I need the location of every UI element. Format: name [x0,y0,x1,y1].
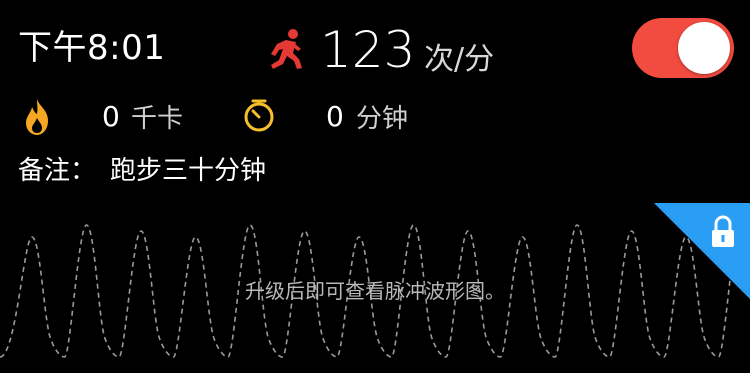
flame-icon [26,99,48,135]
lock-badge[interactable] [654,203,750,299]
time-label: 下午8:01 [18,28,166,68]
calories-unit: 千卡 [131,104,184,134]
note-text: 跑步三十分钟 [110,156,267,186]
tracking-toggle[interactable] [632,18,734,78]
upgrade-message: 升级后即可查看脉冲波形图。 [245,279,505,303]
toggle-knob [678,22,730,74]
note-label: 备注： [18,156,97,186]
heart-rate-unit: 次/分 [424,42,495,77]
duration-unit: 分钟 [356,104,409,134]
duration-value: 0 [326,100,344,133]
running-person-icon [271,29,302,69]
heart-rate-value: 123 [320,21,416,79]
calories-value: 0 [102,100,120,133]
timer-icon [244,99,274,132]
